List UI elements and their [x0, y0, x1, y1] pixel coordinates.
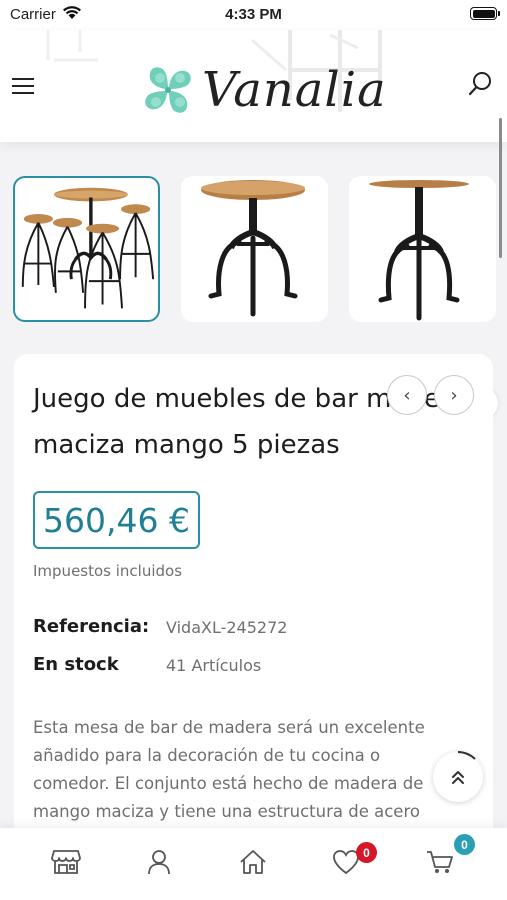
next-product-button[interactable]: › — [434, 375, 474, 415]
reference-value: VidaXL-245272 — [166, 618, 288, 637]
reference-label: Referencia: — [33, 616, 150, 637]
product-price: 560,46 € — [43, 500, 190, 540]
battery-icon — [470, 7, 500, 20]
image-gallery — [0, 172, 507, 419]
price-box: 560,46 € — [33, 491, 200, 549]
clock: 4:33 PM — [225, 6, 282, 23]
user-icon — [148, 850, 170, 875]
gallery-thumbnail[interactable] — [349, 176, 496, 322]
gallery-thumbnail[interactable] — [13, 176, 160, 322]
menu-button[interactable] — [12, 76, 36, 96]
stock-value: 41 Artículos — [166, 656, 262, 675]
product-description: Esta mesa de bar de madera será un excel… — [33, 718, 425, 821]
cart-icon — [427, 851, 453, 873]
nav-wishlist[interactable]: 0 — [326, 842, 377, 882]
logo-wordmark: Vanalia — [202, 62, 387, 118]
scroll-to-top-button[interactable] — [433, 751, 483, 802]
status-bar: Carrier 4:33 PM — [0, 0, 507, 30]
gallery-thumbnail[interactable] — [181, 176, 328, 322]
store-icon — [51, 850, 81, 874]
previous-product-button[interactable]: ‹ — [387, 375, 427, 415]
bar-table-side-image — [369, 180, 469, 321]
chevron-right-icon: › — [450, 384, 458, 406]
app-header: Vanalia — [0, 30, 507, 142]
product-card: Juego de muebles de bar madera maciza ma… — [14, 354, 493, 874]
nav-cart[interactable]: 0 — [420, 834, 475, 882]
search-icon[interactable] — [466, 70, 494, 98]
nav-store[interactable] — [46, 842, 86, 882]
taxes-note: Impuestos incluidos — [33, 562, 183, 580]
bottom-navigation: 0 0 — [0, 828, 507, 900]
home-icon — [240, 850, 266, 874]
clover-logo-icon — [145, 67, 191, 113]
brand-logo[interactable]: Vanalia — [136, 50, 387, 130]
bar-set-image — [21, 187, 155, 309]
scroll-progress-ring — [457, 751, 476, 760]
bar-table-image — [201, 180, 305, 317]
cart-count-badge: 0 — [454, 834, 475, 855]
chevron-left-icon: ‹ — [403, 384, 411, 406]
wishlist-count-badge: 0 — [356, 842, 377, 863]
nav-account[interactable] — [139, 842, 179, 882]
stock-label: En stock — [33, 654, 119, 675]
nav-home[interactable] — [233, 842, 273, 882]
